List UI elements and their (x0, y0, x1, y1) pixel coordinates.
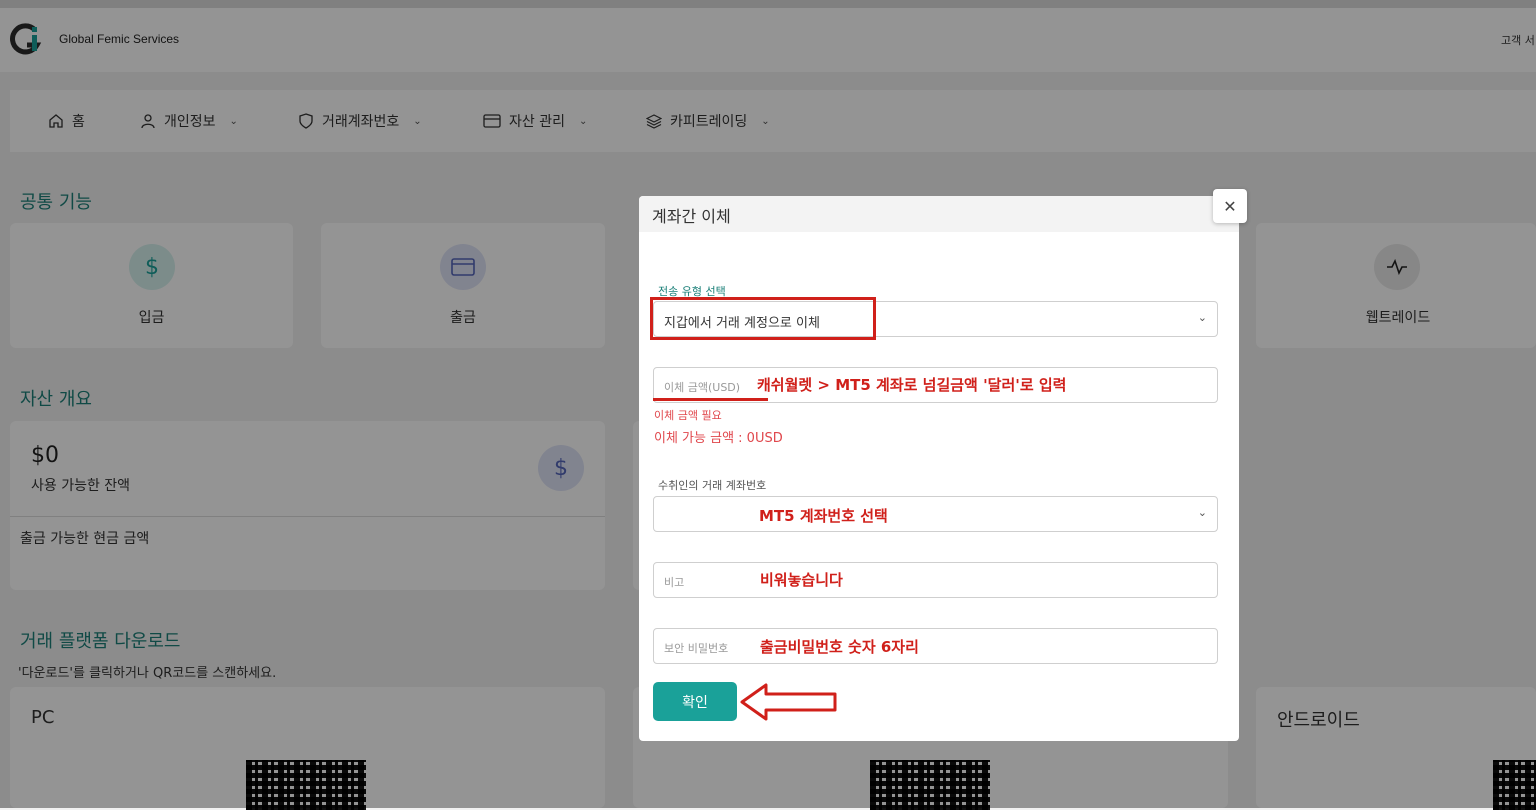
password-annotation: 출금비밀번호 숫자 6자리 (760, 638, 919, 656)
password-placeholder: 보안 비밀번호 (664, 642, 729, 655)
available-amount: 이체 가능 금액 : 0USD (654, 431, 783, 446)
modal-header: 계좌간 이체 (639, 196, 1239, 232)
memo-annotation: 비워놓습니다 (760, 571, 843, 589)
close-button[interactable]: ✕ (1213, 189, 1247, 223)
chevron-down-icon: ⌄ (1197, 506, 1207, 519)
recipient-label: 수취인의 거래 계좌번호 (658, 479, 767, 492)
account-annotation: MT5 계좌번호 선택 (759, 507, 888, 525)
memo-input[interactable]: 비고 (653, 562, 1218, 598)
chevron-down-icon: ⌄ (1197, 311, 1207, 324)
security-password-input[interactable]: 보안 비밀번호 (653, 628, 1218, 664)
annotation-box (650, 297, 876, 340)
memo-placeholder: 비고 (664, 576, 685, 589)
annotation-underline (653, 398, 768, 401)
confirm-button[interactable]: 확인 (653, 682, 737, 721)
modal-title: 계좌간 이체 (652, 207, 731, 226)
recipient-account-select[interactable]: ⌄ (653, 496, 1218, 532)
amount-error: 이체 금액 필요 (654, 409, 722, 422)
arrow-left-icon (740, 683, 837, 721)
close-icon: ✕ (1223, 196, 1237, 216)
amount-placeholder: 이체 금액(USD) (664, 381, 741, 394)
amount-annotation: 캐쉬월렛 > MT5 계좌로 넘길금액 '달러'로 입력 (757, 376, 1067, 394)
